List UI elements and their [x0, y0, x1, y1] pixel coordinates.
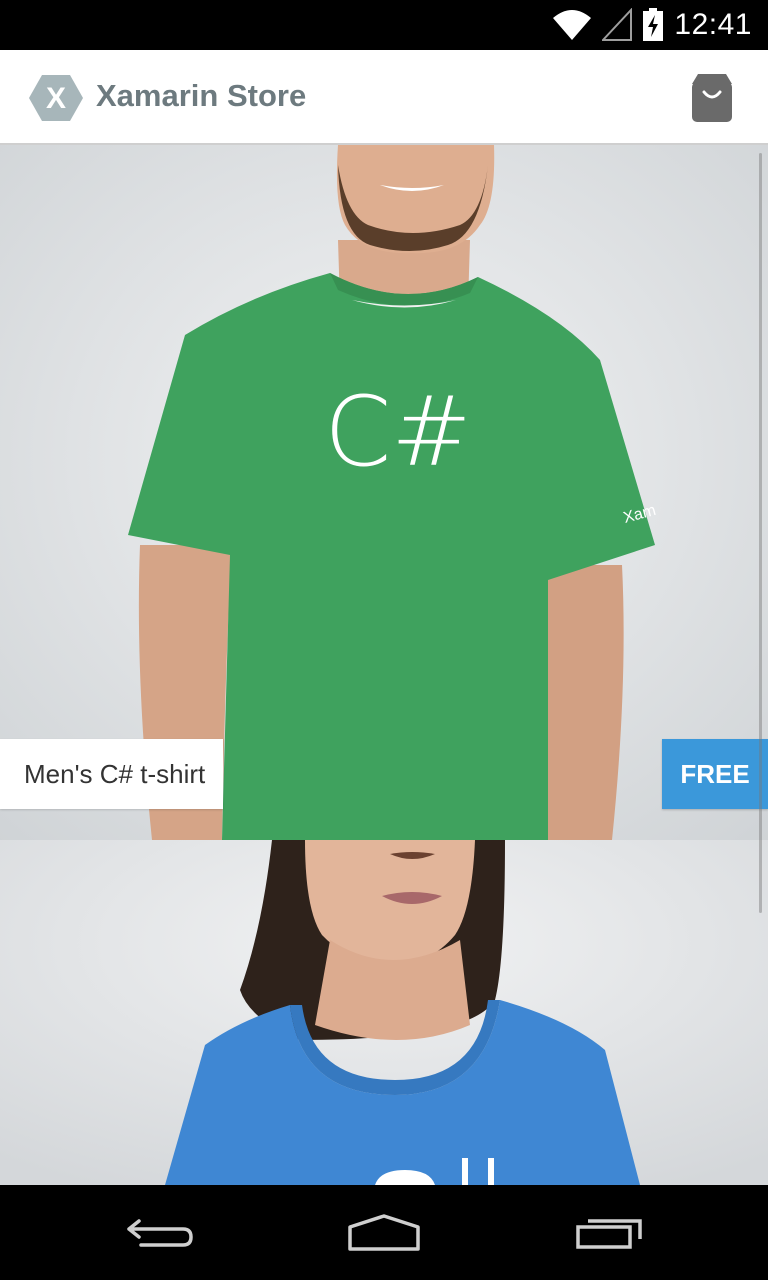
back-button[interactable]: [80, 1185, 240, 1280]
wifi-icon: [553, 10, 592, 40]
home-icon: [348, 1213, 420, 1251]
product-list[interactable]: C# Xam Men's C# t-shirt FREE: [0, 145, 768, 1185]
recent-apps-icon: [576, 1218, 642, 1249]
status-bar: 12:41: [0, 0, 768, 50]
product-price-badge[interactable]: FREE: [662, 739, 768, 809]
recent-apps-button[interactable]: [530, 1185, 690, 1280]
battery-icon: [643, 8, 664, 41]
product-image: [0, 840, 768, 1185]
app-title: Xamarin Store: [96, 78, 307, 113]
action-bar: X Xamarin Store: [0, 50, 768, 145]
product-name: Men's C# t-shirt: [24, 758, 206, 789]
product-card[interactable]: C# Xam Men's C# t-shirt FREE: [0, 145, 768, 840]
status-time: 12:41: [674, 8, 752, 41]
product-name-tag[interactable]: Men's C# t-shirt: [0, 739, 224, 809]
shirt-print: C#: [324, 376, 471, 488]
shopping-bag-icon[interactable]: [690, 72, 734, 124]
signal-icon: [602, 8, 633, 41]
status-icons: 12:41: [552, 0, 752, 50]
back-icon: [127, 1218, 193, 1247]
scrollbar[interactable]: [759, 153, 762, 913]
logo-letter: X: [46, 82, 66, 115]
product-image: C# Xam: [0, 145, 768, 840]
xamarin-logo-icon[interactable]: X: [28, 73, 84, 123]
home-button[interactable]: [304, 1185, 464, 1280]
product-price: FREE: [680, 758, 750, 789]
navigation-bar: [0, 1185, 768, 1280]
product-card[interactable]: [0, 840, 768, 1185]
